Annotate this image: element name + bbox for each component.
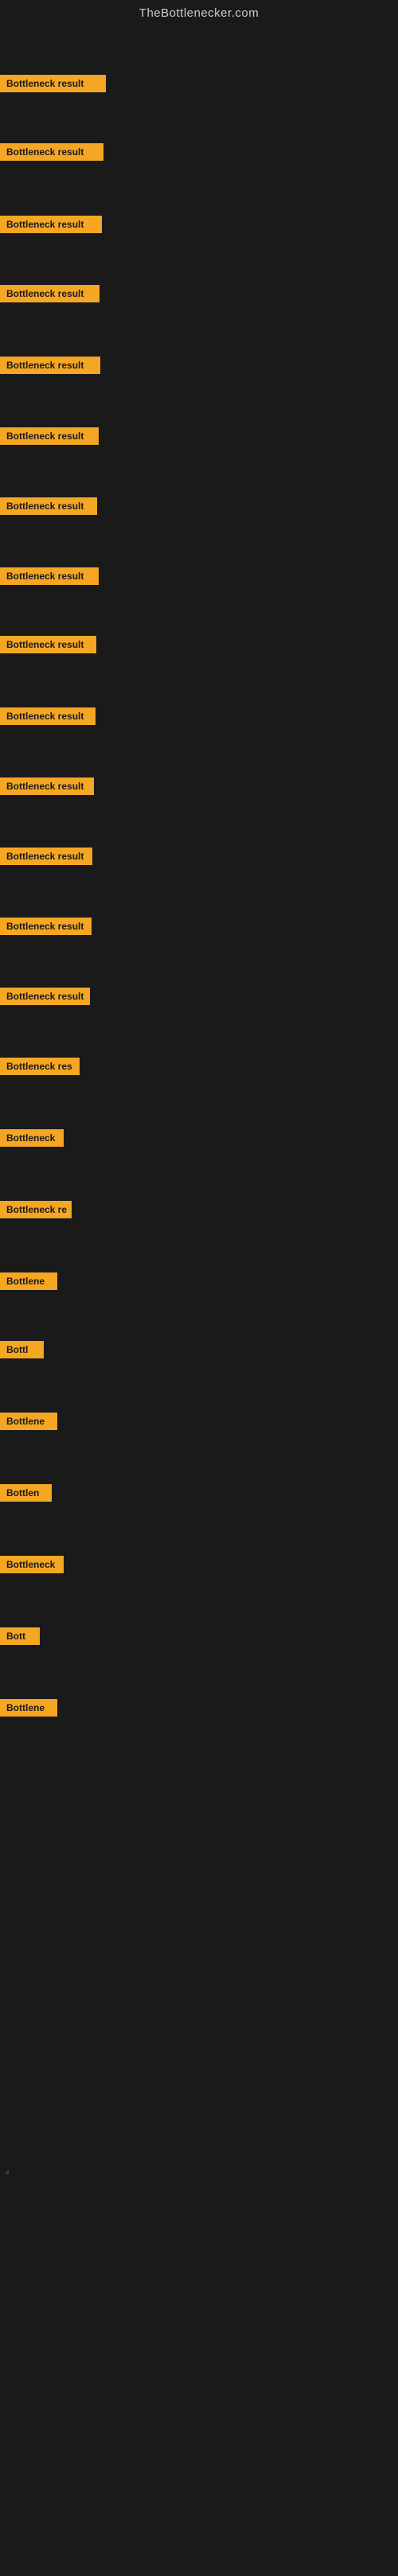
bottleneck-bar-19: Bottl: [0, 1341, 44, 1358]
bottleneck-label-12: Bottleneck result: [0, 848, 92, 865]
bottleneck-label-9: Bottleneck result: [0, 636, 96, 653]
bottleneck-label-14: Bottleneck result: [0, 988, 90, 1005]
bottleneck-bar-15: Bottleneck res: [0, 1058, 80, 1075]
bottleneck-label-13: Bottleneck result: [0, 918, 92, 935]
bottleneck-label-15: Bottleneck res: [0, 1058, 80, 1075]
tiny-label: c: [6, 2170, 10, 2176]
bottleneck-bar-18: Bottlene: [0, 1272, 57, 1290]
bottleneck-bar-1: Bottleneck result: [0, 75, 106, 92]
bottleneck-bar-5: Bottleneck result: [0, 357, 100, 374]
bottleneck-label-17: Bottleneck re: [0, 1201, 72, 1218]
bottleneck-bar-3: Bottleneck result: [0, 216, 102, 233]
bottleneck-label-5: Bottleneck result: [0, 357, 100, 374]
bottleneck-bar-4: Bottleneck result: [0, 285, 100, 302]
bottleneck-bar-16: Bottleneck: [0, 1129, 64, 1147]
bottleneck-label-2: Bottleneck result: [0, 143, 103, 161]
bottleneck-bar-7: Bottleneck result: [0, 497, 97, 515]
bottleneck-label-8: Bottleneck result: [0, 567, 99, 585]
site-header: TheBottlenecker.com: [0, 0, 398, 29]
site-title: TheBottlenecker.com: [139, 6, 259, 20]
bottleneck-bar-23: Bott: [0, 1627, 40, 1645]
bottleneck-label-24: Bottlene: [0, 1699, 57, 1717]
bottleneck-label-6: Bottleneck result: [0, 427, 99, 445]
bottleneck-bar-14: Bottleneck result: [0, 988, 90, 1005]
bottleneck-bar-24: Bottlene: [0, 1699, 57, 1717]
bottleneck-label-22: Bottleneck: [0, 1556, 64, 1573]
bottleneck-bar-9: Bottleneck result: [0, 636, 96, 653]
bottleneck-label-23: Bott: [0, 1627, 40, 1645]
bottleneck-bar-6: Bottleneck result: [0, 427, 99, 445]
bottleneck-label-21: Bottlen: [0, 1484, 52, 1502]
bottleneck-bar-10: Bottleneck result: [0, 707, 96, 725]
bottleneck-label-20: Bottlene: [0, 1413, 57, 1430]
bottleneck-label-16: Bottleneck: [0, 1129, 64, 1147]
bottleneck-bar-13: Bottleneck result: [0, 918, 92, 935]
bottleneck-bar-22: Bottleneck: [0, 1556, 64, 1573]
bottleneck-label-19: Bottl: [0, 1341, 44, 1358]
bottleneck-bar-11: Bottleneck result: [0, 777, 94, 795]
bottleneck-bar-8: Bottleneck result: [0, 567, 99, 585]
bottleneck-label-1: Bottleneck result: [0, 75, 106, 92]
bottleneck-label-18: Bottlene: [0, 1272, 57, 1290]
bottleneck-bar-20: Bottlene: [0, 1413, 57, 1430]
bottleneck-label-11: Bottleneck result: [0, 777, 94, 795]
bottleneck-bar-2: Bottleneck result: [0, 143, 103, 161]
bottleneck-label-4: Bottleneck result: [0, 285, 100, 302]
bottleneck-bar-21: Bottlen: [0, 1484, 52, 1502]
bottleneck-label-3: Bottleneck result: [0, 216, 102, 233]
bottleneck-bar-17: Bottleneck re: [0, 1201, 72, 1218]
bottleneck-label-10: Bottleneck result: [0, 707, 96, 725]
bottleneck-bar-12: Bottleneck result: [0, 848, 92, 865]
bottleneck-label-7: Bottleneck result: [0, 497, 97, 515]
